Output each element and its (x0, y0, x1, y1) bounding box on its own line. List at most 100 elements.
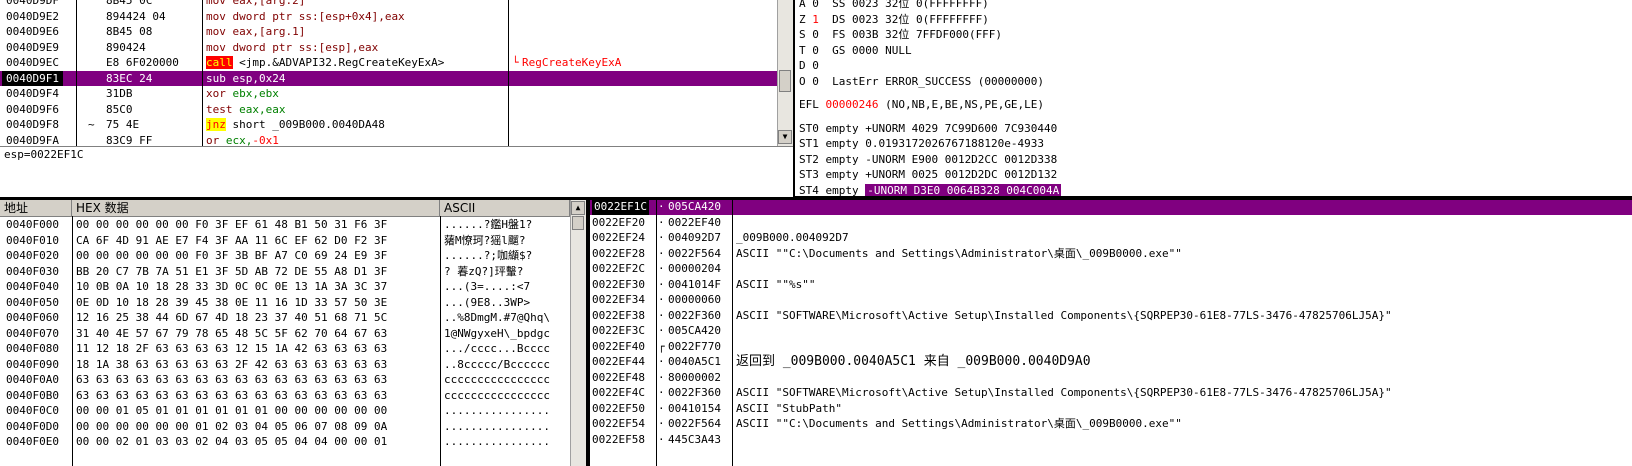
stack-marker-icon: ┌ (658, 339, 665, 353)
dump-row[interactable]: 0040F0E0 00 00 02 01 03 03 02 04 03 05 05… (0, 434, 570, 450)
stack-row[interactable]: 0022EF28 · 0022F564 ASCII ""C:\Documents an… (590, 246, 1632, 262)
disasm-scrollbar[interactable]: ▼ (777, 0, 793, 146)
stack-address: 0022EF34 (592, 293, 645, 306)
stack-rows[interactable]: 0022EF1C · 005CA420 0022EF20 · 0022EF40 0022EF… (590, 200, 1632, 447)
disasm-instruction: or ecx,-0x1 (206, 133, 279, 147)
disasm-row[interactable]: 0040D9F1 83EC 24 sub esp,0x24 (0, 70, 777, 87)
dump-scrollbar[interactable]: ▲ (570, 200, 586, 466)
stack-marker-icon: · (658, 308, 665, 322)
dump-address: 0040F050 (6, 295, 59, 309)
stack-address: 0022EF28 (592, 246, 645, 260)
dump-row[interactable]: 0040F030 BB 20 C7 7B 7A 51 E1 3F 5D AB 72… (0, 264, 570, 280)
disasm-hex: 890424 (106, 40, 146, 54)
disasm-instruction: test eax,eax (206, 102, 285, 118)
stack-value: 0022F564 (668, 246, 721, 260)
dump-pane[interactable]: 地址 HEX 数据 ASCII 0040F000 00 00 00 00 00 0… (0, 200, 586, 466)
stack-row[interactable]: 0022EF50 · 00410154 ASCII "StubPath" (590, 401, 1632, 417)
stack-marker-icon: · (658, 417, 665, 430)
stack-row[interactable]: 0022EF34 · 00000060 (590, 292, 1632, 308)
dump-row[interactable]: 0040F070 31 40 4E 57 67 79 78 65 48 5C 5F… (0, 326, 570, 342)
disasm-hex: 31DB (106, 87, 133, 100)
efl-row[interactable]: EFL 00000246 (NO,NB,E,BE,NS,PE,GE,LE) (799, 97, 1632, 113)
stack-row[interactable]: 0022EF38 · 0022F360 ASCII "SOFTWARE\Microso… (590, 308, 1632, 324)
dump-row[interactable]: 0040F050 0E 0D 10 18 28 39 45 38 0E 11 16… (0, 295, 570, 311)
dump-row[interactable]: 0040F020 00 00 00 00 00 00 F0 3F 3B BF A7… (0, 248, 570, 264)
dump-row[interactable]: 0040F060 12 16 25 38 44 6D 67 4D 18 23 37… (0, 310, 570, 326)
disassembly-pane[interactable]: 0040D9DF 8B45 0C mov eax,[arg.2] 0040D9E2 89… (0, 0, 793, 146)
disasm-row[interactable]: 0040D9E2 894424 04 mov dword ptr ss:[esp+0… (0, 9, 777, 25)
instruction-token: ecx, (219, 133, 253, 147)
dump-row[interactable]: 0040F0B0 63 63 63 63 63 63 63 63 63 63 63… (0, 388, 570, 404)
disasm-col-sep (202, 0, 203, 146)
registers-pane[interactable]: A 0 SS 0023 32位 0(FFFFFFFF) Z 1 DS 0023 3… (795, 0, 1632, 196)
stack-marker-icon: · (658, 293, 665, 306)
stack-row[interactable]: 0022EF4C · 0022F360 ASCII "SOFTWARE\Microso… (590, 385, 1632, 401)
disasm-address: 0040D9FA (6, 133, 59, 147)
fpu-register-row[interactable]: ST4 empty -UNORM D3E0 0064B328 004C004A (799, 183, 1632, 196)
stack-row[interactable]: 0022EF30 · 0041014F ASCII ""%s"" (590, 277, 1632, 293)
instruction-token: sub (206, 71, 226, 85)
stack-row[interactable]: 0022EF40 ┌ 0022F770 (590, 339, 1632, 355)
fpu-register-row[interactable]: ST3 empty +UNORM 0025 0012D2DC 0012D132 (799, 167, 1632, 183)
stack-row[interactable]: 0022EF3C · 005CA420 (590, 323, 1632, 339)
disasm-row[interactable]: 0040D9E9 890424 mov dword ptr ss:[esp],eax (0, 40, 777, 56)
stack-row[interactable]: 0022EF44 · 0040A5C1 返回到 _009B000.0040A5C1 来… (590, 354, 1632, 370)
dump-row[interactable]: 0040F000 00 00 00 00 00 00 F0 3F EF 61 48… (0, 217, 570, 233)
efl-label: EFL (799, 98, 819, 111)
dump-scroll-thumb[interactable] (572, 216, 584, 230)
stack-marker-icon: · (658, 324, 665, 337)
dump-header-hex[interactable]: HEX 数据 (72, 200, 440, 216)
stack-address: 0022EF20 (592, 215, 645, 229)
stack-value: 0022F770 (668, 339, 721, 353)
disasm-row[interactable]: 0040D9F8 ~75 4E jnz short _009B000.0040DA4… (0, 117, 777, 133)
dump-row[interactable]: 0040F010 CA 6F 4D 91 AE E7 F4 3F AA 11 6C… (0, 233, 570, 249)
stack-row[interactable]: 0022EF20 · 0022EF40 (590, 215, 1632, 231)
dump-row[interactable]: 0040F0C0 00 00 01 05 01 01 01 01 01 01 00… (0, 403, 570, 419)
stack-value: 00000060 (668, 293, 721, 306)
dump-rows[interactable]: 0040F000 00 00 00 00 00 00 F0 3F EF 61 48… (0, 217, 570, 450)
disasm-hex: 85C0 (106, 102, 133, 116)
disasm-instruction: mov eax,[arg.2] (206, 0, 306, 7)
fpu-register-row[interactable]: ST2 empty -UNORM E900 0012D2CC 0012D338 (799, 152, 1632, 168)
disasm-row[interactable]: 0040D9DF 8B45 0C mov eax,[arg.2] (0, 0, 777, 9)
dump-row[interactable]: 0040F0A0 63 63 63 63 63 63 63 63 63 63 63… (0, 372, 570, 388)
stack-marker-icon: · (658, 432, 665, 446)
dump-row[interactable]: 0040F0D0 00 00 00 00 00 00 01 02 03 04 05… (0, 419, 570, 435)
stack-row[interactable]: 0022EF24 · 004092D7 _009B000.004092D7 (590, 230, 1632, 246)
stack-address: 0022EF38 (592, 308, 645, 322)
disasm-instruction: call <jmp.&ADVAPI32.RegCreateKeyExA> (206, 55, 444, 71)
stack-address: 0022EF24 (592, 231, 645, 244)
disasm-scroll-thumb[interactable] (779, 70, 791, 92)
fpu-register-row[interactable]: ST1 empty 0.0193172026767188120e-4933 (799, 136, 1632, 152)
stack-value: 005CA420 (668, 324, 721, 337)
dump-row[interactable]: 0040F080 11 12 18 2F 63 63 63 63 12 15 1A… (0, 341, 570, 357)
dump-header-ascii[interactable]: ASCII (440, 200, 570, 216)
dump-row[interactable]: 0040F040 10 0B 0A 10 18 28 33 3D 0C 0C 0E… (0, 279, 570, 295)
stack-row[interactable]: 0022EF58 · 445C3A43 (590, 432, 1632, 448)
stack-row[interactable]: 0022EF2C · 00000204 (590, 261, 1632, 277)
stack-pane[interactable]: 0022EF1C · 005CA420 0022EF20 · 0022EF40 0022EF… (590, 200, 1632, 466)
fpu-register-row[interactable]: ST0 empty +UNORM 4029 7C99D600 7C930440 (799, 121, 1632, 137)
disasm-address: 0040D9F8 (6, 118, 59, 131)
disasm-address: 0040D9E6 (6, 25, 59, 38)
stack-row[interactable]: 0022EF54 · 0022F564 ASCII ""C:\Documents an… (590, 416, 1632, 432)
disasm-row[interactable]: 0040D9E6 8B45 08 mov eax,[arg.1] (0, 24, 777, 40)
dump-header: 地址 HEX 数据 ASCII (0, 200, 586, 217)
disassembly-listing[interactable]: 0040D9DF 8B45 0C mov eax,[arg.2] 0040D9E2 89… (0, 0, 777, 146)
dump-header-address[interactable]: 地址 (0, 200, 72, 216)
fpu-value-highlight[interactable]: -UNORM D3E0 0064B328 004C004A (865, 183, 1062, 196)
scroll-down-icon[interactable]: ▼ (778, 130, 792, 144)
dump-row[interactable]: 0040F090 18 1A 38 63 63 63 63 63 2F 42 63… (0, 357, 570, 373)
disasm-row[interactable]: 0040D9FA 83C9 FF or ecx,-0x1 (0, 133, 777, 147)
stack-row[interactable]: 0022EF1C · 005CA420 (590, 200, 1632, 215)
disasm-row[interactable]: 0040D9F6 85C0 test eax,eax (0, 102, 777, 118)
stack-col-sep (656, 200, 657, 466)
stack-address: 0022EF30 (592, 277, 645, 291)
disasm-instruction: sub esp,0x24 (206, 71, 286, 87)
efl-value[interactable]: 00000246 (826, 98, 879, 111)
stack-row[interactable]: 0022EF48 · 80000002 (590, 370, 1632, 386)
disasm-row[interactable]: 0040D9EC E8 6F020000 call <jmp.&ADVAPI32.R… (0, 55, 777, 71)
flag-value[interactable]: 1 (812, 13, 819, 26)
scroll-up-icon[interactable]: ▲ (571, 201, 585, 215)
disasm-row[interactable]: 0040D9F4 31DB xor ebx,ebx (0, 86, 777, 102)
